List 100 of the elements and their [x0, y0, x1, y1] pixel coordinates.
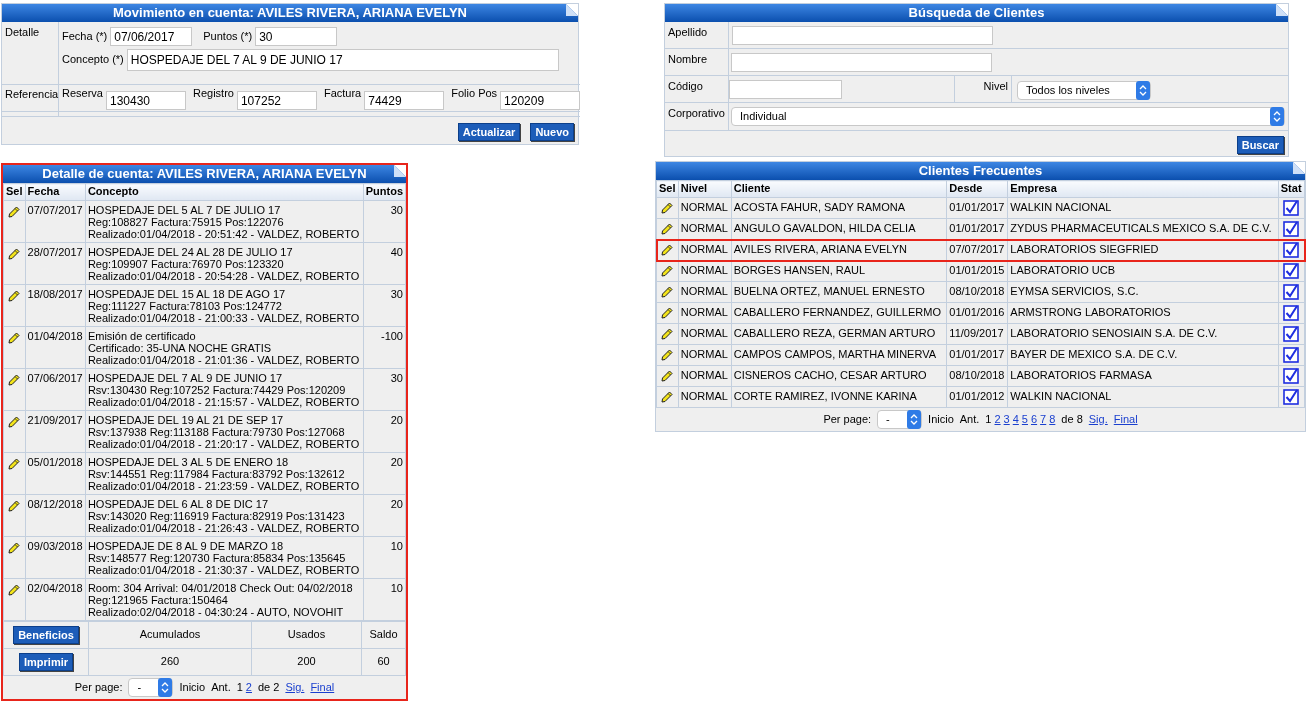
date-field[interactable]: 07/06/2017	[110, 27, 193, 46]
concept-cell: HOSPEDAJE DE 8 AL 9 DE MARZO 18 Rsv:148577 Reg:120730 Factura:85834 Pos:135645 Realizado:01/04/2018 - 21:30:37 - VALDEZ, ROBERTO	[85, 536, 363, 579]
pencil-icon[interactable]	[661, 223, 674, 235]
page-link[interactable]: 7	[1040, 412, 1047, 427]
table-cell: 08/12/2018	[25, 494, 86, 537]
column-header: Sel	[656, 180, 679, 198]
table-cell: CAMPOS CAMPOS, MARTHA MINERVA	[731, 344, 947, 366]
pencil-icon[interactable]	[8, 206, 21, 218]
table-cell: 01/01/2017	[946, 197, 1008, 219]
pencil-icon[interactable]	[8, 332, 21, 344]
table-cell: BAYER DE MEXICO S.A. DE C.V.	[1007, 344, 1279, 366]
dropdown[interactable]: -	[877, 410, 923, 429]
table-cell: 18/08/2017	[25, 284, 86, 327]
reference-field[interactable]: 107252	[236, 91, 317, 110]
table-cell: NORMAL	[678, 386, 732, 408]
next-page-link[interactable]: Sig.	[285, 680, 305, 695]
checkbox[interactable]	[1283, 200, 1300, 216]
pencil-icon[interactable]	[661, 286, 674, 298]
pencil-icon[interactable]	[661, 265, 674, 277]
checkbox[interactable]	[1283, 221, 1300, 237]
dropdown-value: -	[886, 412, 890, 427]
pencil-icon[interactable]	[661, 307, 674, 319]
column-header: Concepto	[85, 183, 363, 201]
last-page-link[interactable]: Final	[1113, 412, 1138, 427]
table-cell: BORGES HANSEN, RAUL	[731, 260, 947, 282]
page-link[interactable]: 3	[1003, 412, 1010, 427]
reference-field[interactable]: 74429	[364, 91, 445, 110]
page-link[interactable]: 6	[1031, 412, 1038, 427]
first-name-field[interactable]	[731, 53, 992, 72]
dropdown[interactable]: -	[128, 678, 174, 697]
first-page-text: Inicio	[928, 412, 954, 427]
pencil-icon[interactable]	[8, 248, 21, 260]
concept-cell: Room: 304 Arrival: 04/01/2018 Check Out: 04/02/2018 Reg:121965 Factura:150464 Realizado:02/04/2018 - 04:30:24 - AUTO, NOVOHIT	[85, 578, 363, 621]
table-cell: NORMAL	[678, 239, 732, 261]
checkbox[interactable]	[1283, 368, 1300, 384]
table-cell: 01/01/2012	[946, 386, 1008, 408]
pencil-icon[interactable]	[8, 458, 21, 470]
print-button[interactable]: Imprimir	[19, 653, 73, 671]
pencil-icon[interactable]	[8, 290, 21, 302]
checkbox[interactable]	[1283, 284, 1300, 300]
table-cell: 30	[363, 368, 406, 411]
checkbox[interactable]	[1283, 326, 1300, 342]
points-field[interactable]: 30	[255, 27, 338, 46]
concept-cell: Emisión de certificado Certificado: 35-UNA NOCHE GRATIS Realizado:01/04/2018 - 21:01:36 - VALDEZ, ROBERTO	[85, 326, 363, 369]
page-link[interactable]: 8	[1049, 412, 1056, 427]
pencil-icon[interactable]	[8, 416, 21, 428]
pencil-icon[interactable]	[661, 328, 674, 340]
pencil-icon[interactable]	[8, 584, 21, 596]
table-cell: LABORATORIO UCB	[1007, 260, 1279, 282]
per-page-label: Per page:	[74, 680, 123, 695]
checkbox[interactable]	[1283, 305, 1300, 321]
table-cell: WALKIN NACIONAL	[1007, 386, 1279, 408]
dropdown-value: -	[137, 680, 142, 695]
page-link[interactable]: 2	[994, 412, 1001, 427]
column-header: Desde	[946, 180, 1008, 198]
next-page-link[interactable]: Sig.	[1088, 412, 1108, 427]
page-link[interactable]: 4	[1012, 412, 1019, 427]
column-header: Puntos	[363, 183, 406, 201]
pencil-icon[interactable]	[8, 500, 21, 512]
table-cell: NORMAL	[678, 302, 732, 324]
pencil-icon[interactable]	[8, 542, 21, 554]
action-button[interactable]: Actualizar	[457, 123, 521, 141]
field-label: Concepto (*)	[62, 53, 124, 67]
checkbox[interactable]	[1283, 263, 1300, 279]
field-label: Puntos (*)	[203, 29, 253, 44]
table-cell: 20	[363, 410, 406, 453]
last-page-link[interactable]: Final	[310, 680, 335, 695]
table-cell: 10	[363, 536, 406, 579]
pencil-icon[interactable]	[661, 202, 674, 214]
page-link[interactable]: 2	[245, 680, 252, 695]
column-header: Cliente	[731, 180, 947, 198]
action-button[interactable]: Nuevo	[530, 123, 574, 141]
table-cell: BUELNA ORTEZ, MANUEL ERNESTO	[731, 281, 947, 303]
table-cell: ANGULO GAVALDON, HILDA CELIA	[731, 218, 947, 240]
checkbox[interactable]	[1283, 347, 1300, 363]
concept-cell: HOSPEDAJE DEL 5 AL 7 DE JULIO 17 Reg:108827 Factura:75915 Pos:122076 Realizado:01/04/2018 - 20:51:42 - VALDEZ, ROBERTO	[85, 200, 363, 243]
code-field[interactable]	[729, 80, 842, 99]
panel-title: Clientes Frecuentes	[918, 163, 1043, 179]
panel-title: Búsqueda de Clientes	[908, 5, 1045, 21]
checkbox[interactable]	[1283, 242, 1300, 258]
dropdown[interactable]: Individual	[731, 107, 1285, 126]
benefits-button[interactable]: Beneficios	[13, 626, 79, 644]
dropdown[interactable]: Todos los niveles	[1017, 81, 1151, 100]
field-label: Factura	[323, 87, 362, 101]
pencil-icon[interactable]	[8, 374, 21, 386]
checkbox[interactable]	[1283, 389, 1300, 405]
search-button[interactable]: Buscar	[1236, 136, 1284, 154]
table-cell: 30	[363, 200, 406, 243]
reference-field[interactable]: 120209	[500, 91, 581, 110]
page-link[interactable]: 5	[1021, 412, 1028, 427]
concept-field[interactable]: HOSPEDAJE DEL 7 AL 9 DE JUNIO 17	[126, 49, 559, 71]
pencil-icon[interactable]	[661, 244, 674, 256]
pencil-icon[interactable]	[661, 370, 674, 382]
last-name-field[interactable]	[732, 26, 993, 45]
previous-page-text: Ant.	[211, 680, 231, 695]
table-cell: 01/01/2016	[946, 302, 1008, 324]
reference-field[interactable]: 130430	[105, 91, 186, 110]
pencil-icon[interactable]	[661, 349, 674, 361]
pencil-icon[interactable]	[661, 391, 674, 403]
per-page-label: Per page:	[823, 412, 872, 427]
